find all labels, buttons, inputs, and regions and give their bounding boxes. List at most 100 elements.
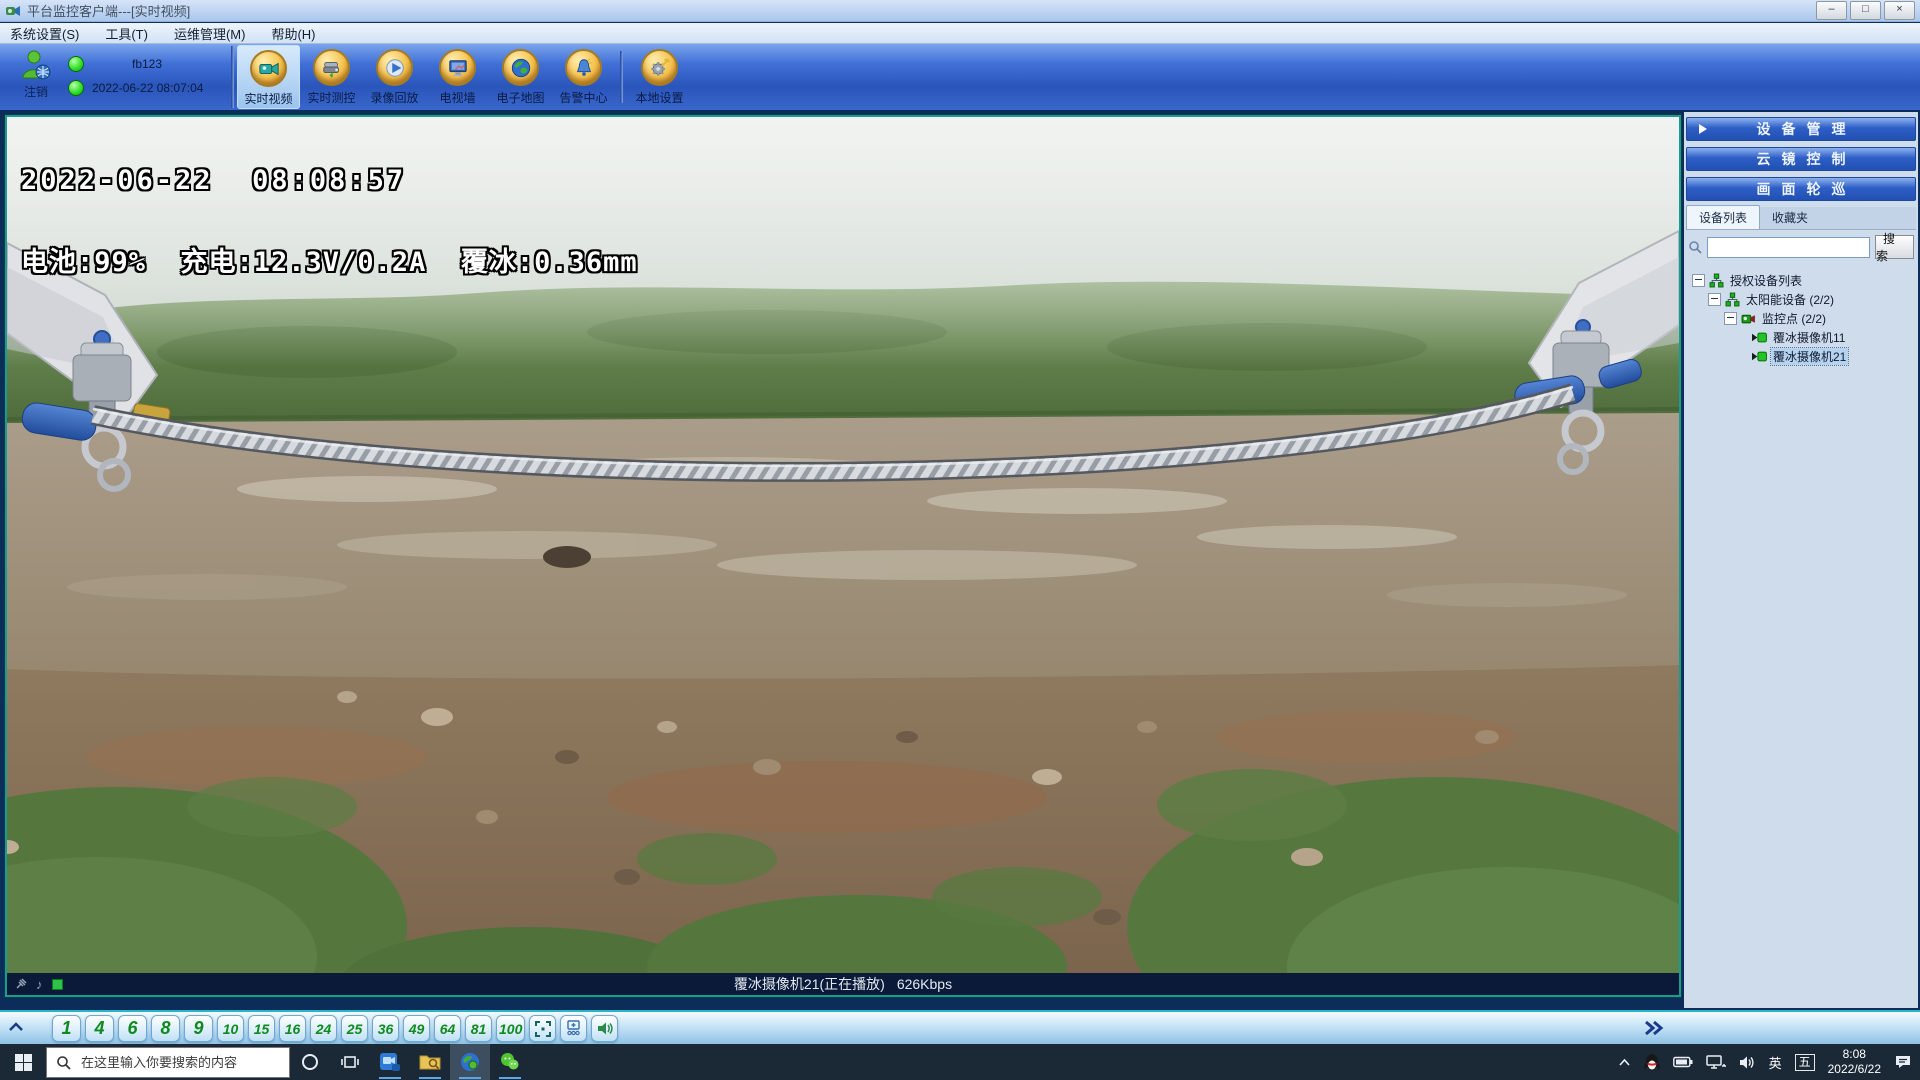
video-status-bar: ♪ 覆冰摄像机21(正在播放) 626Kbps: [7, 973, 1679, 995]
tree-item-authorized-devices[interactable]: 授权设备列表: [1692, 271, 1918, 290]
stream-indicator-icon: [52, 979, 63, 990]
more-chevron-icon[interactable]: [1643, 1020, 1665, 1036]
e-map-icon: [502, 49, 539, 86]
start-button[interactable]: [0, 1044, 46, 1080]
taskbar-app-wechat-icon[interactable]: [490, 1044, 530, 1080]
split-25-button[interactable]: 25: [341, 1015, 368, 1042]
tray-chevron-up-icon[interactable]: [1618, 1058, 1631, 1067]
tree-item-camera-21[interactable]: 覆冰摄像机21: [1692, 347, 1918, 366]
toolbar-button-label: 实时测控: [307, 89, 355, 106]
split-49-button[interactable]: 49: [403, 1015, 430, 1042]
toolbar-telemetry-button[interactable]: 实时测控: [300, 45, 363, 109]
split-9-button[interactable]: 9: [184, 1015, 213, 1042]
status-led: [68, 56, 84, 72]
fullscreen-button[interactable]: [529, 1015, 556, 1042]
taskbar-app-file-explorer-icon[interactable]: [410, 1044, 450, 1080]
logout-button[interactable]: 注销: [4, 46, 68, 106]
local-settings-icon: [641, 49, 678, 86]
ime-indicator[interactable]: 五: [1795, 1054, 1815, 1071]
toolbar-tv-wall-button[interactable]: 电视墙: [426, 45, 489, 109]
toolbar-local-settings-button[interactable]: 本地设置: [628, 45, 691, 109]
split-16-button[interactable]: 16: [279, 1015, 306, 1042]
panel-screen-tour[interactable]: 画面轮巡: [1686, 177, 1916, 201]
notification-center-icon[interactable]: [1894, 1054, 1912, 1070]
device-search-row: 搜索: [1684, 230, 1918, 263]
device-group-icon: [1709, 273, 1724, 288]
volume-icon[interactable]: [1739, 1055, 1756, 1070]
window-title: 平台监控客户端---[实时视频]: [27, 1, 190, 20]
maximize-button[interactable]: □: [1850, 1, 1881, 20]
app-icon: [5, 3, 21, 19]
toolbar-button-label: 电子地图: [496, 89, 544, 106]
video-canvas[interactable]: 2022-06-22 08:08:57 电池:99% 充电:12.3V/0.2A…: [5, 115, 1681, 997]
split-4-button[interactable]: 4: [85, 1015, 114, 1042]
toolbar-button-label: 电视墙: [439, 89, 475, 106]
device-search-input[interactable]: [1707, 237, 1870, 258]
search-icon: [56, 1055, 71, 1070]
status-led: [68, 80, 84, 96]
network-display-icon[interactable]: [1706, 1055, 1726, 1070]
panel-device-management[interactable]: 设备管理: [1686, 117, 1916, 141]
tree-item-monitor-point[interactable]: 监控点 (2/2): [1692, 309, 1918, 328]
split-64-button[interactable]: 64: [434, 1015, 461, 1042]
taskbar-clock[interactable]: 8:08 2022/6/22: [1828, 1047, 1881, 1077]
close-button[interactable]: ×: [1884, 1, 1915, 20]
collapse-up-icon[interactable]: [8, 1021, 24, 1033]
language-indicator[interactable]: 英: [1769, 1053, 1782, 1072]
collapse-toggle-icon[interactable]: [1692, 274, 1705, 287]
toolbar-playback-button[interactable]: 录像回放: [363, 45, 426, 109]
qq-icon[interactable]: [1644, 1053, 1660, 1071]
battery-icon[interactable]: [1673, 1056, 1693, 1068]
panel-header-label: 设备管理: [1746, 119, 1857, 139]
split-24-button[interactable]: 24: [310, 1015, 337, 1042]
live-video-icon: [250, 50, 287, 87]
device-search-button[interactable]: 搜索: [1875, 235, 1914, 259]
tree-item-label: 太阳能设备 (2/2): [1744, 291, 1836, 308]
minimize-button[interactable]: –: [1816, 1, 1847, 20]
cortana-icon[interactable]: [290, 1044, 330, 1080]
screen-split-buttons: 1 4 6 8 9 10 15 16 24 25 36 49 64 81 100: [52, 1015, 618, 1042]
task-view-icon[interactable]: [330, 1044, 370, 1080]
taskbar-search-box[interactable]: [46, 1047, 290, 1078]
split-100-button[interactable]: 100: [496, 1015, 525, 1042]
collapse-toggle-icon[interactable]: [1708, 293, 1721, 306]
pin-icon[interactable]: [15, 978, 27, 990]
audio-note-icon[interactable]: ♪: [36, 977, 43, 992]
split-81-button[interactable]: 81: [465, 1015, 492, 1042]
system-tray: 英 五 8:08 2022/6/22: [1618, 1047, 1920, 1077]
layout-bar: 1 4 6 8 9 10 15 16 24 25 36 49 64 81 100: [0, 1010, 1920, 1044]
clock-date: 2022/6/22: [1828, 1062, 1881, 1077]
bitrate-label: 626Kbps: [897, 976, 952, 992]
split-6-button[interactable]: 6: [118, 1015, 147, 1042]
split-15-button[interactable]: 15: [248, 1015, 275, 1042]
tree-item-solar-devices[interactable]: 太阳能设备 (2/2): [1692, 290, 1918, 309]
taskbar-app-video-client-icon[interactable]: [370, 1044, 410, 1080]
tree-item-label: 监控点 (2/2): [1760, 310, 1828, 327]
toolbar-e-map-button[interactable]: 电子地图: [489, 45, 552, 109]
tree-item-camera-11[interactable]: 覆冰摄像机11: [1692, 328, 1918, 347]
telemetry-icon: [313, 49, 350, 86]
multi-screen-button[interactable]: [560, 1015, 587, 1042]
menu-system-settings[interactable]: 系统设置(S): [10, 24, 79, 43]
application-window: 平台监控客户端---[实时视频] – □ × 系统设置(S) 工具(T) 运维管…: [0, 0, 1920, 1080]
taskbar-app-monitor-client-icon[interactable]: [450, 1044, 490, 1080]
menu-help[interactable]: 帮助(H): [271, 24, 315, 43]
taskbar-search-input[interactable]: [79, 1054, 280, 1071]
tab-device-list[interactable]: 设备列表: [1686, 205, 1760, 229]
right-sidebar: 设备管理 云镜控制 画面轮巡 设备列表 收藏夹 搜索: [1684, 112, 1918, 1008]
tab-favorites[interactable]: 收藏夹: [1760, 206, 1820, 229]
split-10-button[interactable]: 10: [217, 1015, 244, 1042]
volume-button[interactable]: [591, 1015, 618, 1042]
toolbar-alarm-center-button[interactable]: 告警中心: [552, 45, 615, 109]
menu-tools[interactable]: 工具(T): [105, 24, 148, 43]
collapse-toggle-icon[interactable]: [1724, 312, 1737, 325]
toolbar-live-video-button[interactable]: 实时视频: [237, 45, 300, 109]
split-36-button[interactable]: 36: [372, 1015, 399, 1042]
split-1-button[interactable]: 1: [52, 1015, 81, 1042]
tree-item-label: 覆冰摄像机21: [1771, 348, 1848, 365]
sidebar-tabs: 设备列表 收藏夹: [1686, 207, 1916, 230]
panel-ptz-control[interactable]: 云镜控制: [1686, 147, 1916, 171]
toolbar-divider: [231, 46, 234, 108]
menu-ops-management[interactable]: 运维管理(M): [174, 24, 246, 43]
split-8-button[interactable]: 8: [151, 1015, 180, 1042]
